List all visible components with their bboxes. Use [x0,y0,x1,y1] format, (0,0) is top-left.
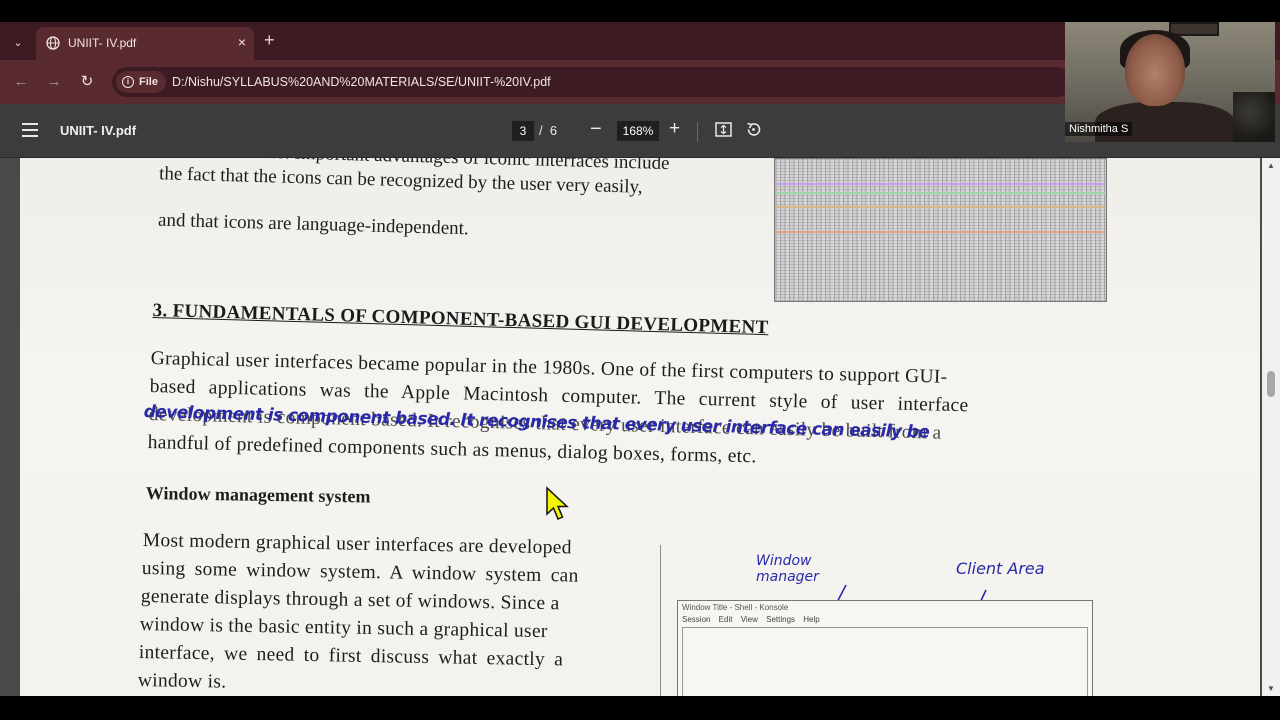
toolbar-divider [697,122,698,142]
client-area [682,627,1088,696]
browser-tab[interactable]: UNIIT- IV.pdf × [36,27,254,60]
page-number-input[interactable]: 3 [512,121,534,141]
window-menubar: Session Edit View Settings Help [682,615,820,624]
info-icon: i [122,76,134,88]
scrollbar-thumb[interactable] [1267,371,1275,397]
paragraph-line: window is. [137,670,227,693]
scanned-photo [774,158,1107,302]
scroll-down-icon[interactable]: ▼ [1267,684,1275,693]
pdf-title: UNIIT- IV.pdf [60,123,137,138]
screen: ⌄ UNIIT- IV.pdf × + ← → ↻ i File D:/Nish… [0,0,1280,720]
mouse-cursor-icon [546,486,569,520]
tab-title: UNIIT- IV.pdf [68,36,137,50]
tab-close-icon[interactable]: × [238,34,246,50]
tab-search-button[interactable]: ⌄ [6,30,30,54]
url-text: D:/Nishu/SYLLABUS%20AND%20MATERIALS/SE/U… [172,75,551,89]
page-count: / 6 [539,123,557,138]
zoom-out-button[interactable]: − [590,118,602,141]
page-separator: / [539,123,543,138]
zoom-input[interactable]: 168% [617,121,659,141]
webcam-video-tile: Nishmitha S [1065,22,1275,142]
participant-face [1125,34,1185,106]
forward-button[interactable]: → [43,71,65,93]
pdf-viewport[interactable]: iconic interfaces. Important advantages … [0,158,1280,696]
rotate-icon[interactable] [745,121,762,138]
window-title: Window Title - Shell - Konsole [682,603,789,612]
subheading: Window management system [145,483,371,507]
back-button[interactable]: ← [10,71,32,93]
address-bar[interactable]: i File D:/Nishu/SYLLABUS%20AND%20MATERIA… [112,67,1072,97]
background-object [1233,92,1275,142]
globe-icon [46,36,60,50]
scroll-up-icon[interactable]: ▲ [1267,161,1275,170]
new-tab-button[interactable]: + [264,31,275,49]
site-info-chip[interactable]: i File [116,71,166,93]
bottom-letterbox [0,696,1280,720]
pdf-page: iconic interfaces. Important advantages … [20,158,1260,696]
file-chip-label: File [139,76,158,88]
top-letterbox [0,0,1280,22]
window-illustration: Window Title - Shell - Konsole Session E… [677,600,1093,696]
window-diagram: Window manager Client Area Window Title … [660,545,1110,696]
fit-to-page-icon[interactable] [715,122,732,137]
menu-icon[interactable] [22,123,38,137]
reload-button[interactable]: ↻ [76,71,98,93]
participant-name: Nishmitha S [1065,122,1133,136]
vertical-scrollbar[interactable]: ▲ ▼ [1262,158,1280,696]
total-pages: 6 [549,123,558,138]
zoom-in-button[interactable]: + [669,118,680,140]
